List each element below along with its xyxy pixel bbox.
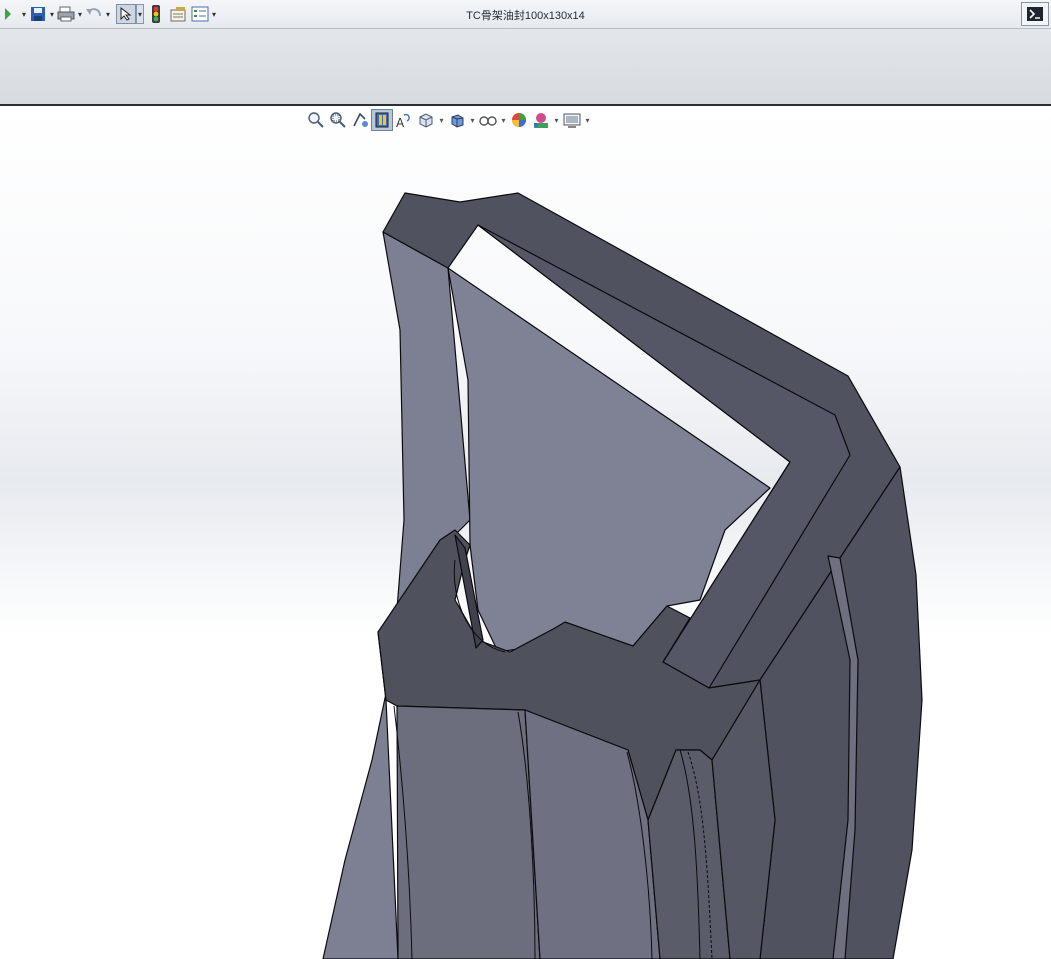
graphics-area[interactable]: A ▾ ▾ ▾ ▾ ▾ <box>0 106 1051 959</box>
display-style-dropdown[interactable]: ▾ <box>468 109 477 131</box>
view-orientation-dropdown[interactable]: ▾ <box>437 109 446 131</box>
display-style-icon[interactable] <box>446 109 468 131</box>
window-title: TC骨架油封100x130x14 <box>466 10 585 22</box>
previous-view-icon[interactable] <box>349 109 371 131</box>
command-search-icon[interactable] <box>1021 2 1049 26</box>
svg-text:A: A <box>396 116 405 129</box>
zoom-to-area-icon[interactable] <box>327 109 349 131</box>
hide-show-items-icon[interactable] <box>477 109 499 131</box>
view-settings-icon[interactable] <box>561 109 583 131</box>
apply-scene-icon[interactable] <box>530 109 552 131</box>
heads-up-view-toolbar: A ▾ ▾ ▾ ▾ ▾ <box>305 108 592 132</box>
section-view-icon[interactable] <box>371 109 393 131</box>
zoom-to-fit-icon[interactable] <box>305 109 327 131</box>
view-settings-dropdown[interactable]: ▾ <box>583 109 592 131</box>
command-manager-ribbon <box>0 29 1051 106</box>
apply-scene-dropdown[interactable]: ▾ <box>552 109 561 131</box>
edit-appearance-icon[interactable] <box>508 109 530 131</box>
seal-section-model <box>322 192 923 959</box>
front-band-1 <box>396 705 541 959</box>
dynamic-annotation-icon[interactable]: A <box>393 109 415 131</box>
view-orientation-icon[interactable] <box>415 109 437 131</box>
title-bar: ▾ ▾ ▾ ▾ ▾ ▾ TC骨架油封100x130x14 <box>0 0 1051 29</box>
hide-show-items-dropdown[interactable]: ▾ <box>499 109 508 131</box>
